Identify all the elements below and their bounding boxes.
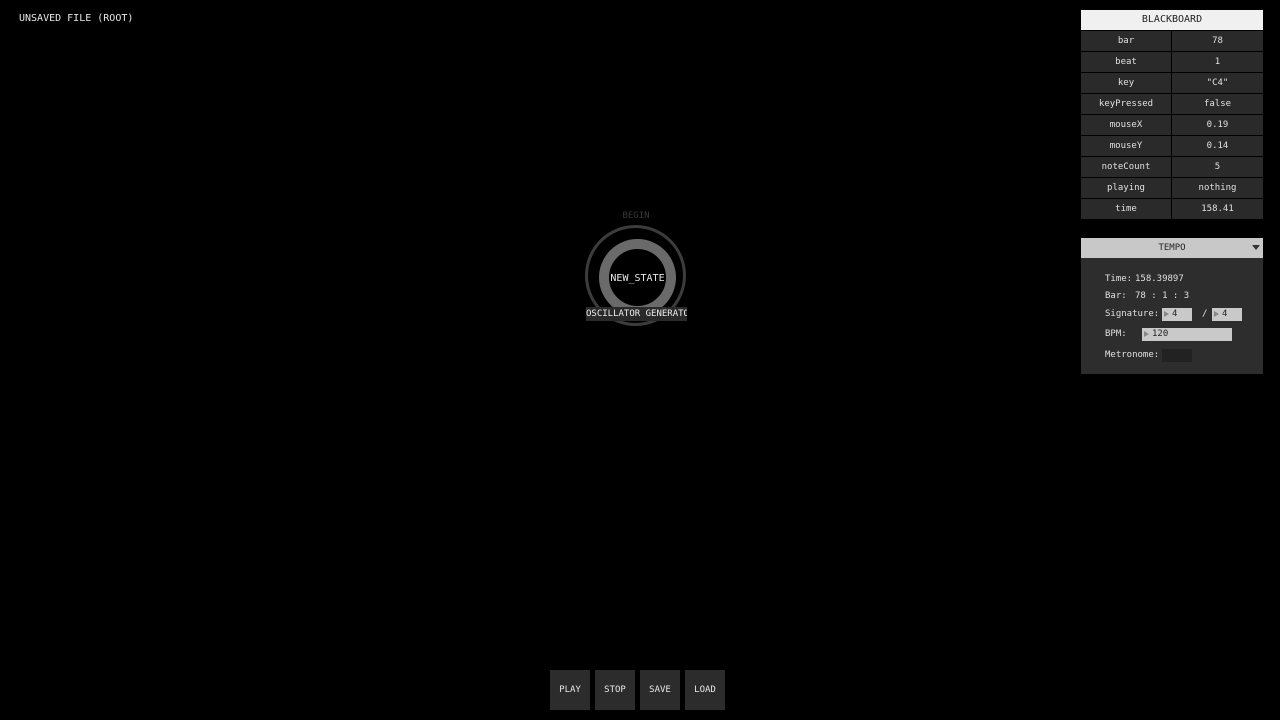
- blackboard-row: keyPressed false: [1081, 94, 1263, 114]
- signature-numerator-stepper[interactable]: 4: [1162, 308, 1192, 321]
- bar-value: 78 : 1 : 3: [1135, 291, 1190, 301]
- blackboard-key: bar: [1081, 31, 1171, 51]
- tempo-header[interactable]: TEMPO: [1081, 238, 1263, 258]
- blackboard-value: 158.41: [1172, 199, 1263, 219]
- blackboard-value: nothing: [1172, 178, 1263, 198]
- signature-denominator-value: 4: [1222, 309, 1228, 319]
- blackboard-value: 0.19: [1172, 115, 1263, 135]
- stepper-arrow-icon: [1164, 311, 1169, 317]
- collapse-arrow-icon[interactable]: [1252, 245, 1260, 250]
- blackboard-key: noteCount: [1081, 157, 1171, 177]
- blackboard-title[interactable]: BLACKBOARD: [1081, 10, 1263, 30]
- blackboard-key: key: [1081, 73, 1171, 93]
- metronome-label: Metronome:: [1105, 350, 1160, 360]
- blackboard-key: time: [1081, 199, 1171, 219]
- signature-numerator-value: 4: [1172, 309, 1178, 319]
- tempo-title: TEMPO: [1158, 243, 1186, 253]
- bpm-stepper[interactable]: 120: [1142, 328, 1232, 341]
- state-name[interactable]: NEW_STATE: [595, 273, 680, 284]
- bar-label: Bar:: [1105, 291, 1127, 301]
- time-label: Time:: [1105, 274, 1133, 284]
- blackboard-value: 78: [1172, 31, 1263, 51]
- play-button[interactable]: PLAY: [550, 670, 590, 710]
- save-button[interactable]: SAVE: [640, 670, 680, 710]
- stepper-arrow-icon: [1144, 331, 1149, 337]
- bpm-label: BPM:: [1105, 329, 1127, 339]
- blackboard-row: bar 78: [1081, 31, 1263, 51]
- blackboard-value: "C4": [1172, 73, 1263, 93]
- blackboard-key: keyPressed: [1081, 94, 1171, 114]
- time-value: 158.39897: [1135, 274, 1184, 284]
- file-title: UNSAVED FILE (ROOT): [19, 13, 134, 24]
- blackboard-row: mouseY 0.14: [1081, 136, 1263, 156]
- blackboard-value: 0.14: [1172, 136, 1263, 156]
- blackboard-row: noteCount 5: [1081, 157, 1263, 177]
- blackboard-key: mouseX: [1081, 115, 1171, 135]
- stop-button[interactable]: STOP: [595, 670, 635, 710]
- metronome-toggle[interactable]: [1162, 349, 1192, 362]
- blackboard-key: mouseY: [1081, 136, 1171, 156]
- blackboard-row: key "C4": [1081, 73, 1263, 93]
- bpm-value: 120: [1152, 329, 1169, 339]
- blackboard-value: false: [1172, 94, 1263, 114]
- blackboard-panel: BLACKBOARD bar 78 beat 1 key "C4" keyPre…: [1081, 10, 1263, 219]
- blackboard-row: mouseX 0.19: [1081, 115, 1263, 135]
- blackboard-value: 1: [1172, 52, 1263, 72]
- load-button[interactable]: LOAD: [685, 670, 725, 710]
- signature-separator: /: [1202, 309, 1208, 319]
- stepper-arrow-icon: [1214, 311, 1219, 317]
- begin-label: BEGIN: [622, 211, 650, 221]
- generator-label[interactable]: OSCILLATOR GENERATOR: [586, 307, 687, 321]
- blackboard-row: playing nothing: [1081, 178, 1263, 198]
- blackboard-key: playing: [1081, 178, 1171, 198]
- blackboard-row: time 158.41: [1081, 199, 1263, 219]
- signature-label: Signature:: [1105, 309, 1160, 319]
- blackboard-key: beat: [1081, 52, 1171, 72]
- signature-denominator-stepper[interactable]: 4: [1212, 308, 1242, 321]
- blackboard-value: 5: [1172, 157, 1263, 177]
- blackboard-row: beat 1: [1081, 52, 1263, 72]
